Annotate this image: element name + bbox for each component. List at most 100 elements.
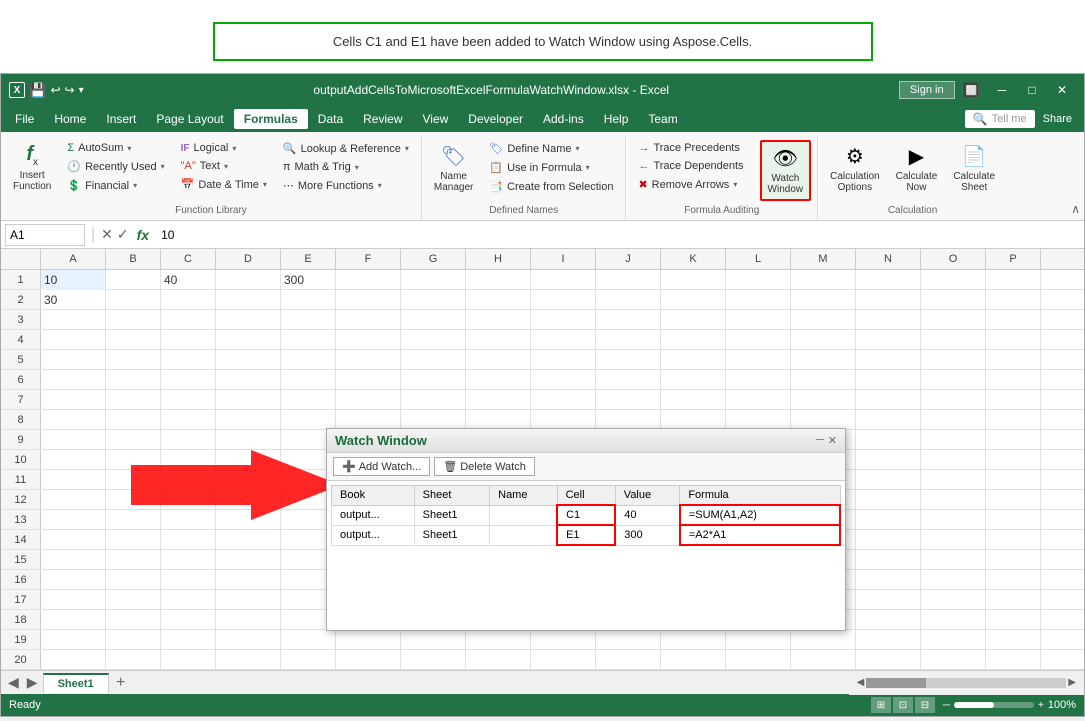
col-header-m[interactable]: M — [791, 249, 856, 269]
remove-arrows-button[interactable]: ✖ Remove Arrows ▾ — [632, 176, 749, 193]
math-trig-dropdown[interactable]: ▾ — [355, 163, 359, 172]
cell-e2[interactable] — [281, 290, 336, 310]
cell-h2[interactable] — [466, 290, 531, 310]
cell-n1[interactable] — [856, 270, 921, 290]
math-trig-button[interactable]: π Math & Trig ▾ — [277, 159, 415, 175]
cell-b2[interactable] — [106, 290, 161, 310]
zoom-in-btn[interactable]: + — [1038, 700, 1044, 711]
close-button[interactable]: ✕ — [1048, 80, 1076, 100]
sheet-nav-next[interactable]: ▶ — [24, 674, 41, 691]
menu-file[interactable]: File — [5, 109, 44, 129]
name-manager-button[interactable]: 🏷 Name Manager — [428, 140, 479, 197]
menu-add-ins[interactable]: Add-ins — [533, 109, 594, 129]
cell-j1[interactable] — [596, 270, 661, 290]
cell-p1[interactable] — [986, 270, 1041, 290]
tell-me-search[interactable]: 🔍 Tell me — [965, 110, 1035, 128]
cell-m1[interactable] — [791, 270, 856, 290]
cell-i2[interactable] — [531, 290, 596, 310]
watch-row-1[interactable]: output... Sheet1 C1 40 =SUM(A1,A2) — [332, 505, 841, 525]
watch-window-close-btn[interactable]: ✕ — [828, 434, 837, 447]
menu-developer[interactable]: Developer — [458, 109, 533, 129]
col-header-b[interactable]: B — [106, 249, 161, 269]
autosum-dropdown[interactable]: ▾ — [127, 144, 131, 153]
create-from-selection-button[interactable]: 📑 Create from Selection — [483, 178, 619, 195]
share-button[interactable]: Share — [1035, 113, 1080, 125]
logical-dropdown[interactable]: ▾ — [232, 144, 236, 153]
col-header-e[interactable]: E — [281, 249, 336, 269]
recently-used-dropdown[interactable]: ▾ — [161, 162, 165, 171]
menu-page-layout[interactable]: Page Layout — [146, 109, 233, 129]
cell-a1[interactable]: 10 — [41, 270, 106, 290]
formula-input[interactable] — [157, 226, 1080, 244]
cell-c1[interactable]: 40 — [161, 270, 216, 290]
watch-window-button[interactable]: 👁 Watch Window — [760, 140, 812, 201]
cell-i1[interactable] — [531, 270, 596, 290]
menu-view[interactable]: View — [413, 109, 459, 129]
watch-row-2[interactable]: output... Sheet1 E1 300 =A2*A1 — [332, 525, 841, 545]
col-header-l[interactable]: L — [726, 249, 791, 269]
col-header-a[interactable]: A — [41, 249, 106, 269]
use-in-formula-button[interactable]: 📋 Use in Formula ▾ — [483, 159, 619, 176]
cell-h1[interactable] — [466, 270, 531, 290]
cell-k2[interactable] — [661, 290, 726, 310]
text-dropdown[interactable]: ▾ — [224, 162, 228, 171]
cell-o2[interactable] — [921, 290, 986, 310]
financial-dropdown[interactable]: ▾ — [133, 181, 137, 190]
financial-button[interactable]: 💲 Financial ▾ — [61, 177, 170, 194]
delete-watch-button[interactable]: 🗑 Delete Watch — [434, 457, 535, 476]
col-header-o[interactable]: O — [921, 249, 986, 269]
cell-o1[interactable] — [921, 270, 986, 290]
calc-sheet-button[interactable]: 📄 CalculateSheet — [947, 140, 1001, 197]
name-box[interactable] — [5, 224, 85, 246]
normal-view-btn[interactable]: ⊞ — [871, 697, 891, 713]
zoom-slider[interactable] — [954, 702, 1034, 708]
cell-a2[interactable]: 30 — [41, 290, 106, 310]
redo-quick-btn[interactable]: ↪ — [65, 83, 75, 97]
cell-p2[interactable] — [986, 290, 1041, 310]
cell-l2[interactable] — [726, 290, 791, 310]
col-header-g[interactable]: G — [401, 249, 466, 269]
h-scroll-thumb[interactable] — [866, 678, 926, 688]
use-in-formula-dropdown[interactable]: ▾ — [586, 163, 590, 172]
sheet-tab-sheet1[interactable]: Sheet1 — [43, 673, 109, 693]
cell-d1[interactable] — [216, 270, 281, 290]
add-watch-button[interactable]: ➕ Add Watch... — [333, 457, 430, 476]
insert-function-button[interactable]: fx Insert Function — [7, 140, 57, 196]
calc-options-button[interactable]: ⚙ Calculation Options — [824, 140, 885, 197]
col-header-n[interactable]: N — [856, 249, 921, 269]
cancel-formula-btn[interactable]: ✕ — [101, 226, 113, 243]
minimize-button[interactable]: ─ — [988, 80, 1016, 100]
watch-window-minimize-btn[interactable]: ─ — [816, 434, 824, 447]
remove-arrows-dropdown[interactable]: ▾ — [733, 180, 737, 189]
cell-n2[interactable] — [856, 290, 921, 310]
undo-quick-btn[interactable]: ↩ — [50, 83, 60, 97]
add-sheet-button[interactable]: + — [111, 673, 131, 693]
col-header-f[interactable]: F — [336, 249, 401, 269]
cell-l1[interactable] — [726, 270, 791, 290]
cell-b1[interactable] — [106, 270, 161, 290]
col-header-i[interactable]: I — [531, 249, 596, 269]
col-header-d[interactable]: D — [216, 249, 281, 269]
cell-c2[interactable] — [161, 290, 216, 310]
col-header-k[interactable]: K — [661, 249, 726, 269]
cell-k1[interactable] — [661, 270, 726, 290]
sheet-nav-prev[interactable]: ◀ — [5, 674, 22, 691]
calc-now-button[interactable]: ▶ CalculateNow — [890, 140, 944, 197]
col-header-c[interactable]: C — [161, 249, 216, 269]
cell-d2[interactable] — [216, 290, 281, 310]
ribbon-collapse-btn[interactable]: ∧ — [1071, 202, 1080, 216]
cell-f2[interactable] — [336, 290, 401, 310]
menu-formulas[interactable]: Formulas — [234, 109, 308, 129]
cell-g1[interactable] — [401, 270, 466, 290]
lookup-ref-dropdown[interactable]: ▾ — [405, 144, 409, 153]
cell-f1[interactable] — [336, 270, 401, 290]
trace-precedents-button[interactable]: → Trace Precedents — [632, 140, 749, 156]
menu-home[interactable]: Home — [44, 109, 96, 129]
logical-button[interactable]: IF Logical ▾ — [175, 140, 273, 156]
menu-team[interactable]: Team — [638, 109, 687, 129]
cell-j2[interactable] — [596, 290, 661, 310]
maximize-button[interactable]: □ — [1018, 80, 1046, 100]
lookup-ref-button[interactable]: 🔍 Lookup & Reference ▾ — [277, 140, 415, 157]
trace-dependents-button[interactable]: ← Trace Dependents — [632, 158, 749, 174]
menu-data[interactable]: Data — [308, 109, 353, 129]
